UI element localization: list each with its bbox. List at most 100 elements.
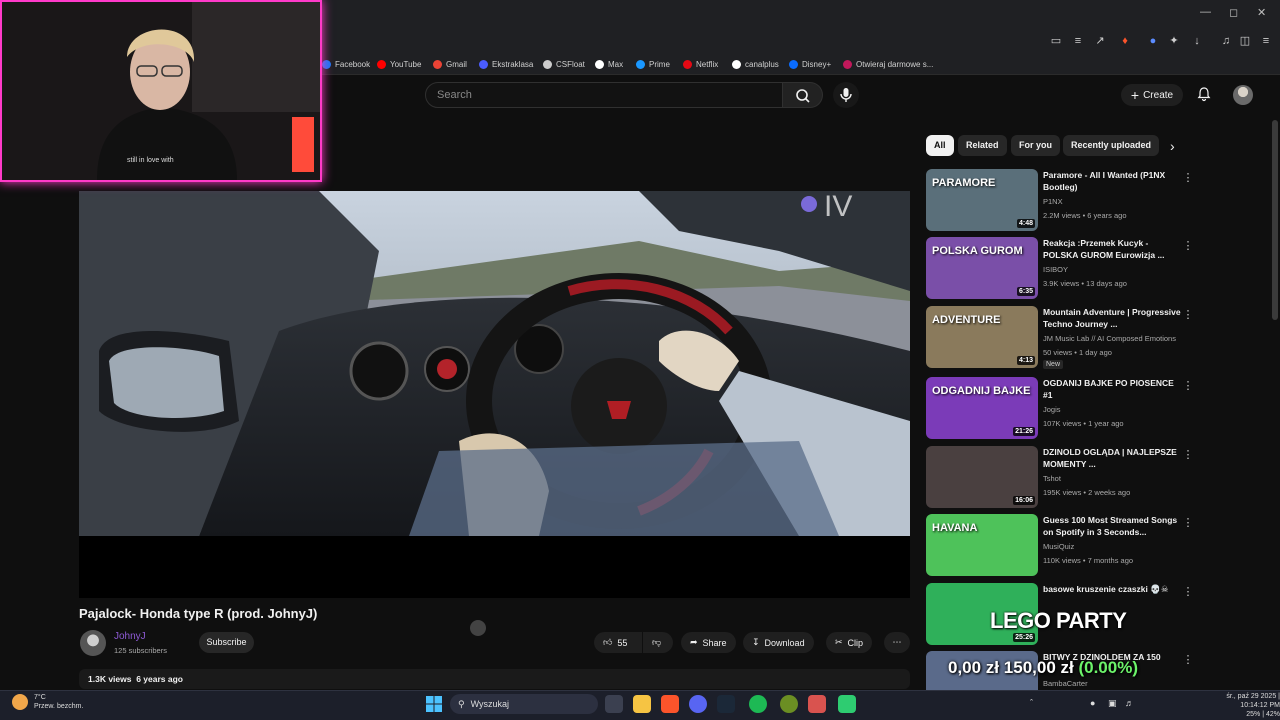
bookmark-item[interactable]: Ekstraklasa (479, 57, 533, 71)
maximize-icon[interactable]: ◻ (1229, 6, 1238, 19)
chip-related[interactable]: Related (958, 135, 1007, 156)
chip-recently-uploaded[interactable]: Recently uploaded (1063, 135, 1160, 156)
recommendation-item[interactable]: HAVANA Guess 100 Most Streamed Songs on S… (926, 514, 1198, 576)
app-icon[interactable] (780, 695, 798, 713)
recommendation-channel[interactable]: Jogis (1043, 405, 1061, 414)
more-vertical-icon[interactable]: ⋮ (1182, 653, 1194, 666)
discord-icon[interactable] (689, 695, 707, 713)
recommendation-item[interactable]: PARAMORE 4:48 Paramore - All I Wanted (P1N… (926, 169, 1198, 231)
download-button[interactable]: ↧ Download (743, 632, 814, 653)
more-vertical-icon[interactable]: ⋮ (1182, 379, 1194, 392)
app-icon-2[interactable] (808, 695, 826, 713)
bookmark-item[interactable]: canalplus (732, 57, 779, 71)
bookmark-item[interactable]: Prime (636, 57, 670, 71)
more-vertical-icon[interactable]: ⋮ (1182, 516, 1194, 529)
recommendation-thumbnail[interactable]: POLSKA GUROM 6:35 (926, 237, 1038, 299)
windows-start-icon[interactable] (426, 696, 442, 712)
recommendation-channel[interactable]: BambaCarter (1043, 679, 1088, 688)
recommendation-thumbnail[interactable]: ADVENTURE 4:13 (926, 306, 1038, 368)
bookmark-item[interactable]: Gmail (433, 57, 467, 71)
bookmark-item[interactable]: Max (595, 57, 623, 71)
recommendation-thumbnail[interactable]: HAVANA (926, 514, 1038, 576)
recommendation-title[interactable]: basowe kruszenie czaszki 💀☠ (1043, 583, 1183, 595)
taskbar-search[interactable]: ⚲ Wyszukaj (450, 694, 598, 714)
brave-shield-icon[interactable]: ♦ (1118, 34, 1132, 48)
search-button[interactable] (783, 82, 823, 108)
bookmark-item[interactable]: CSFloat (543, 57, 585, 71)
channel-avatar[interactable] (80, 630, 106, 656)
cast-icon[interactable]: ▭ (1049, 34, 1063, 48)
voice-search-button[interactable] (833, 82, 859, 108)
like-button[interactable]: 👍︎ 55 (594, 632, 642, 653)
system-clock[interactable]: śr., paź 29 2025 | 10:14:12 PM 25% | 42% (1202, 692, 1280, 719)
recommendation-channel[interactable]: ISIBOY (1043, 265, 1068, 274)
share-page-icon[interactable]: ↗ (1093, 34, 1107, 48)
bookmark-item[interactable]: Netflix (683, 57, 718, 71)
notifications-bell-icon[interactable] (1196, 86, 1212, 102)
more-vertical-icon[interactable]: ⋮ (1182, 308, 1194, 321)
recommendation-thumbnail[interactable]: 16:06 (926, 446, 1038, 508)
dislike-button[interactable]: 👎︎ (643, 632, 673, 653)
recommendation-channel[interactable]: Tshot (1043, 474, 1061, 483)
download-tray-icon[interactable]: ↓ (1190, 34, 1204, 48)
spotify-icon[interactable] (749, 695, 767, 713)
bookmark-item[interactable]: Facebook (322, 57, 370, 71)
brave-browser-icon[interactable] (661, 695, 679, 713)
extension-icon[interactable]: ● (1146, 34, 1160, 48)
recommendation-title[interactable]: Paramore - All I Wanted (P1NX Bootleg) (1043, 169, 1183, 193)
recommendation-channel[interactable]: JM Music Lab // AI Composed Emotions (1043, 334, 1176, 343)
recommendation-item[interactable]: 16:06 DZINOLD OGLĄDA | NAJLEPSZE MOMENTY … (926, 446, 1198, 508)
recommendation-title[interactable]: Reakcja :Przemek Kucyk - POLSKA GUROM Eu… (1043, 237, 1183, 261)
create-button[interactable]: + Create (1121, 84, 1183, 106)
network-icon[interactable]: ▣ (1108, 698, 1117, 709)
channel-name[interactable]: JohnyJ (114, 631, 146, 642)
volume-icon[interactable]: ♬ (1125, 698, 1134, 708)
more-actions-button[interactable]: ⋯ (884, 632, 910, 653)
ticker-current: 0,00 zł (948, 658, 1000, 677)
bookmark-item[interactable]: Otwieraj darmowe s... (843, 57, 933, 71)
microphone-tray-icon[interactable]: ● (1090, 698, 1095, 708)
recommendation-thumbnail[interactable]: ODGADNIJ BAJKE 21:26 (926, 377, 1038, 439)
music-icon[interactable]: ♫ (1219, 34, 1233, 48)
chip-for-you[interactable]: For you (1011, 135, 1060, 156)
search-input[interactable]: Search (425, 82, 783, 108)
puzzle-icon[interactable]: ✦ (1167, 34, 1181, 48)
recommendation-title[interactable]: Mountain Adventure | Progressive Techno … (1043, 306, 1183, 330)
bookmark-item[interactable]: Disney+ (789, 57, 831, 71)
bookmark-item[interactable]: YouTube (377, 57, 421, 71)
description-box[interactable]: 1.3K views 6 years ago (79, 669, 910, 689)
recommendation-title[interactable]: DZINOLD OGLĄDA | NAJLEPSZE MOMENTY ... (1043, 446, 1183, 470)
translate-icon[interactable]: ≡ (1071, 34, 1085, 48)
more-vertical-icon[interactable]: ⋮ (1182, 585, 1194, 598)
recommendation-item[interactable]: POLSKA GUROM 6:35 Reakcja :Przemek Kucyk -… (926, 237, 1198, 299)
share-button[interactable]: ➦ Share (681, 632, 736, 653)
recommendation-item[interactable]: ODGADNIJ BAJKE 21:26 OGDANIJ BAJKE PO PIOS… (926, 377, 1198, 439)
scrollbar[interactable] (1272, 120, 1278, 320)
steam-icon[interactable] (717, 695, 735, 713)
clip-button[interactable]: ✂ Clip (826, 632, 873, 653)
chip-all[interactable]: All (926, 135, 954, 156)
minimize-icon[interactable]: — (1200, 6, 1211, 18)
recommendation-channel[interactable]: P1NX (1043, 197, 1063, 206)
file-explorer-icon[interactable] (633, 695, 651, 713)
subscribe-button[interactable]: Subscribe (199, 632, 254, 653)
bookmark-label: Netflix (696, 59, 719, 69)
tray-chevron-icon[interactable]: ˆ (1030, 698, 1033, 708)
more-vertical-icon[interactable]: ⋮ (1182, 171, 1194, 184)
recommendation-title[interactable]: Guess 100 Most Streamed Songs on Spotify… (1043, 514, 1183, 538)
recommendation-title[interactable]: OGDANIJ BAJKE PO PIOSENCE #1 (1043, 377, 1183, 401)
recommendation-item[interactable]: ADVENTURE 4:13 Mountain Adventure | Progre… (926, 306, 1198, 369)
sidebar-icon[interactable]: ◫ (1238, 34, 1252, 48)
task-view-icon[interactable] (605, 695, 623, 713)
recommendation-thumbnail[interactable]: PARAMORE 4:48 (926, 169, 1038, 231)
menu-icon[interactable]: ≡ (1259, 34, 1273, 48)
more-vertical-icon[interactable]: ⋮ (1182, 448, 1194, 461)
share-label: Share (702, 637, 727, 648)
more-vertical-icon[interactable]: ⋮ (1182, 239, 1194, 252)
close-icon[interactable]: ✕ (1257, 6, 1266, 19)
recommendation-channel[interactable]: MusiQuiz (1043, 542, 1074, 551)
video-player[interactable]: IV (79, 191, 910, 536)
chevron-right-icon[interactable]: › (1170, 138, 1175, 154)
account-avatar[interactable] (1233, 85, 1253, 105)
app-icon-3[interactable] (838, 695, 856, 713)
